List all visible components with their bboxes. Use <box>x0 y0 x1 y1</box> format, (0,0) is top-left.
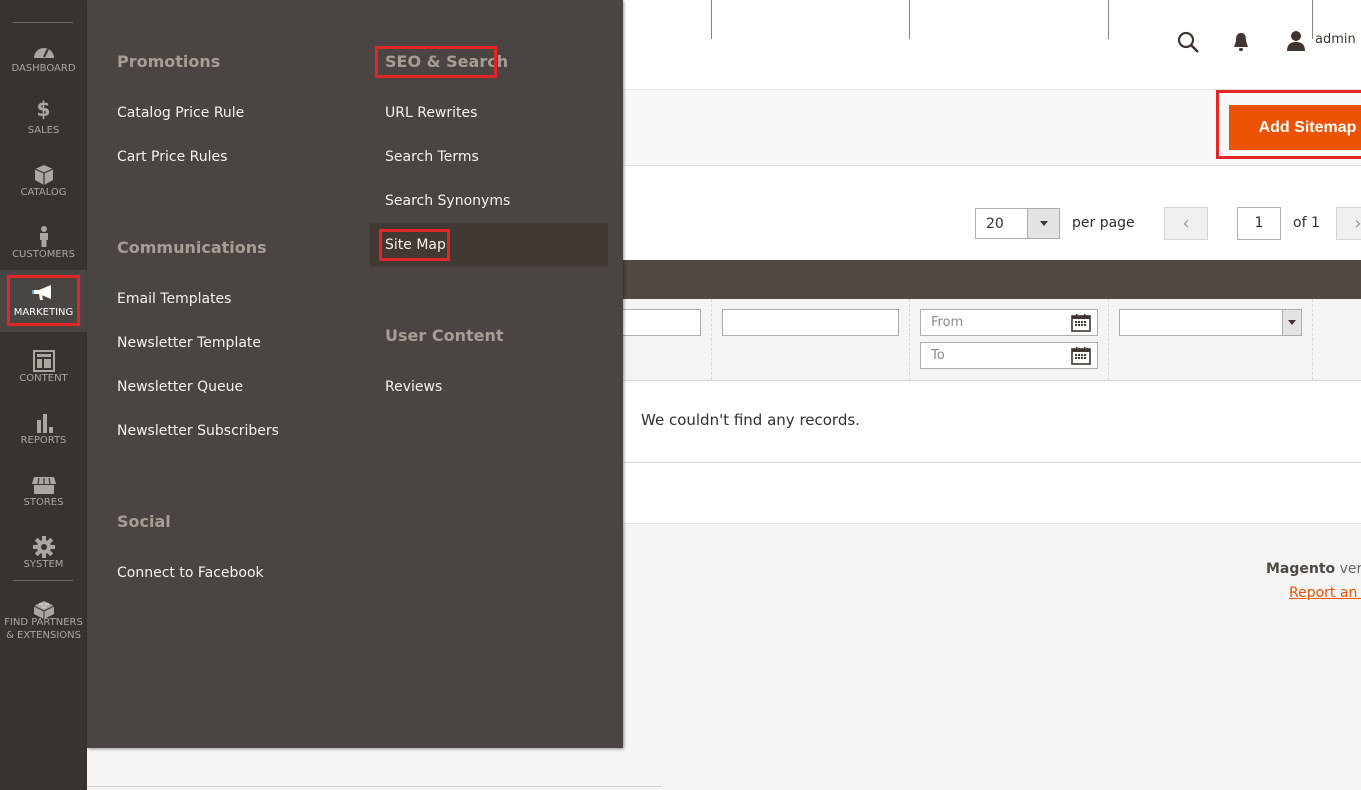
filter-link-input[interactable] <box>722 309 899 336</box>
nav-label: MARKETING <box>13 307 74 318</box>
nav-item-sales[interactable]: $ SALES <box>0 96 87 158</box>
box-icon <box>34 165 53 185</box>
nav-label: SALES <box>27 125 60 136</box>
menu-item-search-synonyms[interactable]: Search Synonyms <box>385 193 510 209</box>
per-page-select[interactable]: 20 <box>975 208 1060 239</box>
column-header-store-view[interactable]: Store View <box>1108 0 1313 39</box>
nav-item-catalog[interactable]: CATALOG <box>0 158 87 220</box>
menu-item-newsletter-template[interactable]: Newsletter Template <box>117 335 261 351</box>
chevron-down-icon[interactable] <box>1282 310 1301 335</box>
megaphone-icon <box>31 285 51 300</box>
menu-group-title-user-content: User Content <box>385 326 504 345</box>
menu-item-site-map[interactable]: Site Map <box>385 237 446 253</box>
person-icon <box>39 226 48 247</box>
nav-divider <box>13 22 73 23</box>
chevron-down-icon[interactable] <box>1027 209 1059 238</box>
menu-item-newsletter-subscribers[interactable]: Newsletter Subscribers <box>117 423 279 439</box>
dollar-icon: $ <box>36 97 51 121</box>
empty-records-message: We couldn't find any records. <box>641 411 860 429</box>
date-to-placeholder: To <box>931 348 945 363</box>
menu-item-reviews[interactable]: Reviews <box>385 379 442 395</box>
page-count-label: of 1 <box>1293 215 1320 231</box>
column-divider <box>909 299 910 380</box>
column-divider <box>1108 299 1109 380</box>
column-header-last-generated[interactable]: Last Generated <box>909 0 1108 39</box>
calendar-icon[interactable] <box>1071 313 1091 332</box>
nav-item-stores[interactable]: STORES <box>0 468 87 530</box>
layout-icon <box>32 350 55 372</box>
filter-date-to-input[interactable]: To <box>920 342 1098 369</box>
nav-divider <box>13 580 73 581</box>
filter-store-view-select[interactable] <box>1119 309 1302 336</box>
menu-item-cart-price-rules[interactable]: Cart Price Rules <box>117 149 227 165</box>
nav-item-reports[interactable]: REPORTS <box>0 406 87 468</box>
nav-label: DASHBOARD <box>11 63 76 74</box>
menu-group-title-promotions: Promotions <box>117 52 221 71</box>
footer-brand: Magento <box>1266 561 1336 577</box>
filter-date-from-input[interactable]: From <box>920 309 1098 336</box>
menu-item-search-terms[interactable]: Search Terms <box>385 149 479 165</box>
menu-item-newsletter-queue[interactable]: Newsletter Queue <box>117 379 243 395</box>
dashboard-icon <box>33 48 54 58</box>
nav-label: CUSTOMERS <box>12 249 75 260</box>
nav-label: & EXTENSIONS <box>6 630 81 641</box>
menu-group-title-social: Social <box>117 512 171 531</box>
report-issue-link[interactable]: Report an Issue <box>1289 585 1361 601</box>
storefront-icon <box>31 477 56 494</box>
bar-chart-icon <box>36 414 53 433</box>
menu-group-title-seo-search: SEO & Search <box>385 52 509 71</box>
nav-label: CONTENT <box>19 373 68 384</box>
column-header-action: Action <box>1312 0 1361 39</box>
nav-label: REPORTS <box>20 435 67 446</box>
column-divider <box>711 299 712 380</box>
menu-group-title-communications: Communications <box>117 238 267 257</box>
next-page-button[interactable]: › <box>1336 207 1361 240</box>
menu-item-connect-to-facebook[interactable]: Connect to Facebook <box>117 565 264 581</box>
admin-sidebar: DASHBOARD $ SALES CATALOG CUSTOMERS MARK… <box>0 0 87 790</box>
menu-item-catalog-price-rule[interactable]: Catalog Price Rule <box>117 105 244 121</box>
add-sitemap-button[interactable]: Add Sitemap <box>1229 105 1361 150</box>
horizontal-scrollbar[interactable] <box>87 786 661 790</box>
gear-icon <box>32 536 55 558</box>
column-divider <box>1312 299 1313 380</box>
magento-version: Magento ver. 2 <box>1266 561 1361 577</box>
per-page-value: 20 <box>986 216 1004 232</box>
previous-page-button[interactable]: ‹ <box>1164 207 1208 240</box>
nav-item-content[interactable]: CONTENT <box>0 344 87 406</box>
nav-label: CATALOG <box>20 187 67 198</box>
column-header-link-for-google[interactable]: Link for Google <box>711 0 910 39</box>
nav-label: FIND PARTNERS <box>4 617 83 628</box>
current-page-input[interactable]: 1 <box>1237 207 1281 240</box>
nav-item-find-partners[interactable]: FIND PARTNERS & EXTENSIONS <box>0 592 87 648</box>
menu-item-email-templates[interactable]: Email Templates <box>117 291 231 307</box>
nav-item-marketing[interactable]: MARKETING <box>0 270 87 332</box>
footer-version: ver. 2 <box>1339 561 1361 577</box>
per-page-label: per page <box>1072 215 1135 231</box>
nav-label: STORES <box>23 497 64 508</box>
nav-label: SYSTEM <box>23 559 64 570</box>
nav-item-dashboard[interactable]: DASHBOARD <box>0 34 87 96</box>
menu-item-url-rewrites[interactable]: URL Rewrites <box>385 105 477 121</box>
nav-item-system[interactable]: SYSTEM <box>0 530 87 592</box>
calendar-icon[interactable] <box>1071 346 1091 365</box>
date-from-placeholder: From <box>931 315 964 330</box>
